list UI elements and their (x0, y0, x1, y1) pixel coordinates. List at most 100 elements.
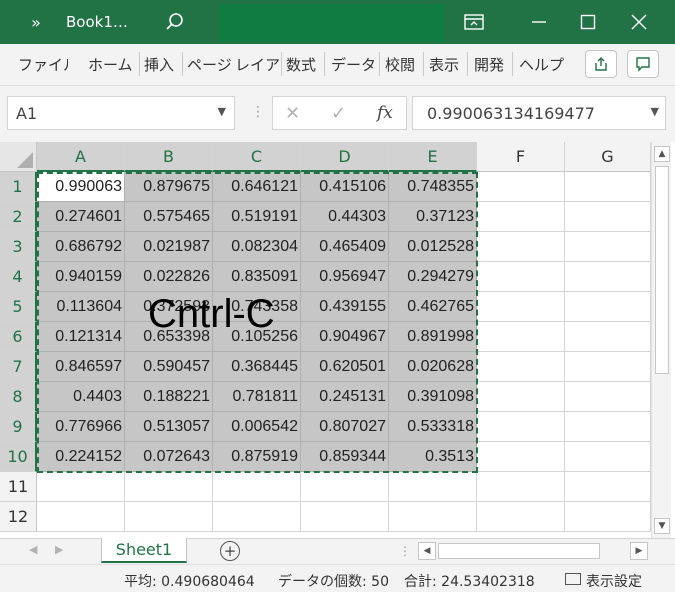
close-icon[interactable] (627, 0, 651, 44)
maximize-icon[interactable] (577, 0, 599, 44)
cell-f10[interactable] (477, 442, 565, 472)
scroll-left-icon[interactable]: ◀ (418, 542, 436, 560)
cell-g1[interactable] (565, 172, 651, 202)
cell-a5[interactable]: 0.113604 (37, 292, 125, 322)
cell-e10[interactable]: 0.3513 (389, 442, 477, 472)
cell-f6[interactable] (477, 322, 565, 352)
tab-data[interactable]: データ (331, 52, 375, 76)
minimize-icon[interactable] (526, 0, 552, 44)
cell-e9[interactable]: 0.533318 (389, 412, 477, 442)
horizontal-scrollbar[interactable]: ◀ ▶ (418, 542, 650, 560)
row-header-10[interactable]: 10 (0, 442, 37, 472)
cell-d11[interactable] (301, 472, 389, 502)
cell-g9[interactable] (565, 412, 651, 442)
formula-input[interactable]: 0.990063134169477 ▼ (412, 96, 666, 130)
cell-f1[interactable] (477, 172, 565, 202)
cell-f8[interactable] (477, 382, 565, 412)
tab-view[interactable]: 表示 (429, 52, 463, 76)
row-header-5[interactable]: 5 (0, 292, 37, 322)
cell-g2[interactable] (565, 202, 651, 232)
column-header-g[interactable]: G (565, 142, 651, 172)
cell-d5[interactable]: 0.439155 (301, 292, 389, 322)
cell-d8[interactable]: 0.245131 (301, 382, 389, 412)
cell-b5[interactable]: 0.372593 (125, 292, 213, 322)
cell-d2[interactable]: 0.44303 (301, 202, 389, 232)
cell-c2[interactable]: 0.519191 (213, 202, 301, 232)
cell-b11[interactable] (125, 472, 213, 502)
column-header-d[interactable]: D (301, 142, 389, 172)
cell-d7[interactable]: 0.620501 (301, 352, 389, 382)
tab-split-handle[interactable]: ⋮ (399, 544, 411, 558)
scroll-right-icon[interactable]: ▶ (630, 542, 648, 560)
cell-g5[interactable] (565, 292, 651, 322)
expand-formula-icon[interactable]: ▼ (651, 105, 659, 118)
cell-c11[interactable] (213, 472, 301, 502)
quick-access-more-button[interactable]: » (22, 0, 50, 44)
cell-b3[interactable]: 0.021987 (125, 232, 213, 262)
cell-b4[interactable]: 0.022826 (125, 262, 213, 292)
cell-d10[interactable]: 0.859344 (301, 442, 389, 472)
ribbon-display-options-icon[interactable] (460, 0, 488, 44)
cell-e5[interactable]: 0.462765 (389, 292, 477, 322)
cell-g4[interactable] (565, 262, 651, 292)
cell-e1[interactable]: 0.748355 (389, 172, 477, 202)
row-header-7[interactable]: 7 (0, 352, 37, 382)
cell-a2[interactable]: 0.274601 (37, 202, 125, 232)
cell-c5[interactable]: 0.743358 (213, 292, 301, 322)
cell-b1[interactable]: 0.879675 (125, 172, 213, 202)
add-sheet-button[interactable]: + (220, 541, 240, 561)
tab-formulas[interactable]: 数式 (286, 52, 320, 76)
cell-b8[interactable]: 0.188221 (125, 382, 213, 412)
cell-f9[interactable] (477, 412, 565, 442)
cell-a8[interactable]: 0.4403 (37, 382, 125, 412)
cell-d12[interactable] (301, 502, 389, 532)
cell-a10[interactable]: 0.224152 (37, 442, 125, 472)
row-header-11[interactable]: 11 (0, 472, 37, 502)
cell-g3[interactable] (565, 232, 651, 262)
search-icon[interactable] (160, 0, 190, 44)
scroll-down-icon[interactable]: ▼ (654, 518, 670, 534)
name-box[interactable]: A1 ▼ (7, 96, 235, 130)
column-header-e[interactable]: E (389, 142, 477, 172)
cell-f3[interactable] (477, 232, 565, 262)
cell-g12[interactable] (565, 502, 651, 532)
insert-function-icon[interactable]: fx (377, 103, 393, 123)
cell-c6[interactable]: 0.105256 (213, 322, 301, 352)
cell-b6[interactable]: 0.653398 (125, 322, 213, 352)
cell-b10[interactable]: 0.072643 (125, 442, 213, 472)
cell-f4[interactable] (477, 262, 565, 292)
cell-f12[interactable] (477, 502, 565, 532)
cell-a4[interactable]: 0.940159 (37, 262, 125, 292)
tab-help[interactable]: ヘルプ (519, 52, 565, 76)
cell-g6[interactable] (565, 322, 651, 352)
cell-a9[interactable]: 0.776966 (37, 412, 125, 442)
tab-home[interactable]: ホーム (88, 52, 135, 76)
row-header-9[interactable]: 9 (0, 412, 37, 442)
cell-e3[interactable]: 0.012528 (389, 232, 477, 262)
share-button[interactable] (585, 50, 617, 78)
cell-c1[interactable]: 0.646121 (213, 172, 301, 202)
tab-review[interactable]: 校閲 (385, 52, 419, 76)
cell-f2[interactable] (477, 202, 565, 232)
row-header-4[interactable]: 4 (0, 262, 37, 292)
cell-e11[interactable] (389, 472, 477, 502)
cell-f7[interactable] (477, 352, 565, 382)
cell-e12[interactable] (389, 502, 477, 532)
cell-a11[interactable] (37, 472, 125, 502)
cell-c8[interactable]: 0.781811 (213, 382, 301, 412)
cell-d9[interactable]: 0.807027 (301, 412, 389, 442)
cell-e8[interactable]: 0.391098 (389, 382, 477, 412)
worksheet-grid[interactable]: ▲ ▼ A B C D E F G 1 0.990063 0.879675 0.646121 0.41… (0, 142, 675, 538)
cell-a3[interactable]: 0.686792 (37, 232, 125, 262)
row-header-8[interactable]: 8 (0, 382, 37, 412)
cell-g8[interactable] (565, 382, 651, 412)
cell-b7[interactable]: 0.590457 (125, 352, 213, 382)
tab-insert[interactable]: 挿入 (144, 52, 178, 76)
column-header-b[interactable]: B (125, 142, 213, 172)
formula-bar-drag-handle[interactable]: ⋮ (251, 104, 265, 120)
cell-c7[interactable]: 0.368445 (213, 352, 301, 382)
cell-f11[interactable] (477, 472, 565, 502)
cell-e2[interactable]: 0.37123 (389, 202, 477, 232)
cell-g11[interactable] (565, 472, 651, 502)
next-sheet-icon[interactable]: ▶ (55, 543, 63, 556)
